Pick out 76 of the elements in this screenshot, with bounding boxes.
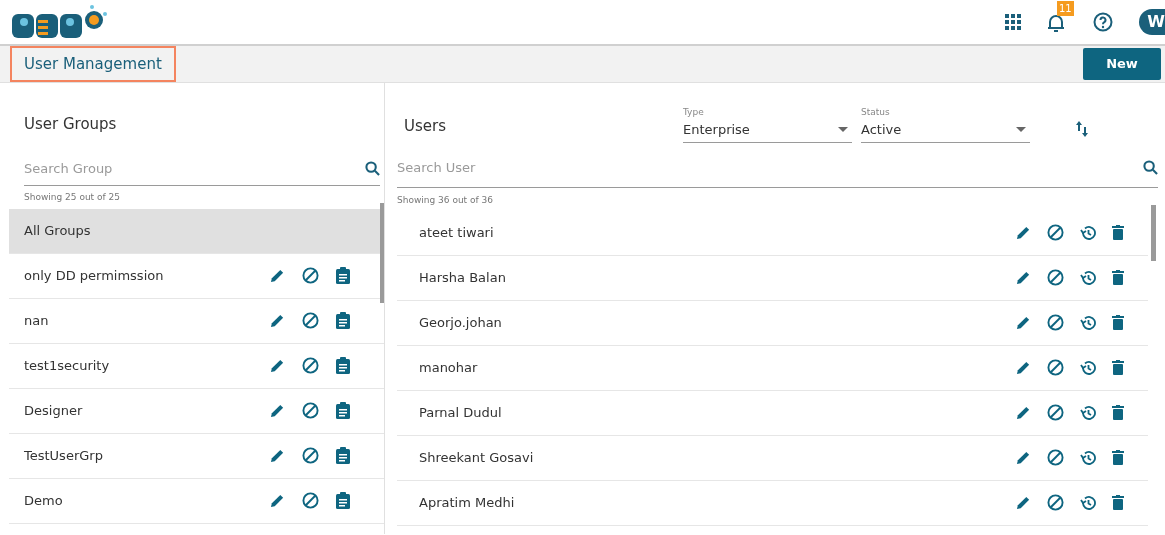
disable-icon[interactable] bbox=[302, 402, 319, 419]
panel-heading: User Groups bbox=[23, 114, 117, 134]
user-name[interactable]: Shreekant Gosavi bbox=[419, 447, 534, 468]
disable-icon[interactable] bbox=[302, 357, 319, 374]
trash-icon[interactable] bbox=[1112, 360, 1124, 375]
trash-icon[interactable] bbox=[1112, 450, 1124, 465]
disable-icon[interactable] bbox=[1047, 494, 1064, 511]
search-icon[interactable] bbox=[365, 161, 380, 176]
history-icon[interactable] bbox=[1080, 359, 1096, 376]
notification-badge: 11 bbox=[1057, 1, 1074, 16]
caret-icon bbox=[1016, 126, 1026, 132]
disable-icon[interactable] bbox=[1047, 449, 1064, 466]
trash-icon[interactable] bbox=[1112, 225, 1124, 240]
user-name[interactable]: Apratim Medhi bbox=[419, 492, 515, 513]
pencil-icon[interactable] bbox=[1016, 405, 1031, 420]
sort-icon[interactable] bbox=[1076, 121, 1088, 137]
disable-icon[interactable] bbox=[302, 267, 319, 284]
result-count: Showing 25 out of 25 bbox=[24, 191, 120, 204]
panel-heading: Users bbox=[403, 115, 447, 137]
scrollbar[interactable] bbox=[1151, 204, 1156, 261]
disable-icon[interactable] bbox=[302, 492, 319, 509]
history-icon[interactable] bbox=[1080, 404, 1096, 421]
page-title: User Management bbox=[10, 46, 176, 82]
search-field[interactable]: Search Group bbox=[24, 158, 324, 179]
history-icon[interactable] bbox=[1080, 494, 1096, 511]
pencil-icon[interactable] bbox=[1016, 450, 1031, 465]
history-icon[interactable] bbox=[1080, 314, 1096, 331]
user-name[interactable]: manohar bbox=[419, 357, 478, 378]
pencil-icon[interactable] bbox=[270, 448, 285, 463]
history-icon[interactable] bbox=[1080, 224, 1096, 241]
trash-icon[interactable] bbox=[1112, 270, 1124, 285]
bell-icon[interactable] bbox=[1047, 13, 1065, 33]
clipboard-icon[interactable] bbox=[336, 312, 350, 329]
pencil-icon[interactable] bbox=[1016, 315, 1031, 330]
history-icon[interactable] bbox=[1080, 269, 1096, 286]
pencil-icon[interactable] bbox=[1016, 270, 1031, 285]
pencil-icon[interactable] bbox=[270, 313, 285, 328]
disable-icon[interactable] bbox=[1047, 404, 1064, 421]
new-button[interactable]: New bbox=[1083, 48, 1161, 80]
disable-icon[interactable] bbox=[302, 447, 319, 464]
disable-icon[interactable] bbox=[1047, 314, 1064, 331]
clipboard-icon[interactable] bbox=[336, 447, 350, 464]
user-avatar[interactable]: W bbox=[1139, 9, 1165, 35]
user-name[interactable]: Georjo.johan bbox=[419, 312, 502, 333]
history-icon[interactable] bbox=[1080, 449, 1096, 466]
pencil-icon[interactable] bbox=[1016, 360, 1031, 375]
disable-icon[interactable] bbox=[1047, 269, 1064, 286]
scrollbar[interactable] bbox=[380, 202, 384, 303]
result-count: Showing 36 out of 36 bbox=[397, 194, 493, 207]
user-name[interactable]: Harsha Balan bbox=[419, 267, 506, 288]
clipboard-icon[interactable] bbox=[336, 402, 350, 419]
caret-icon bbox=[838, 126, 848, 132]
clipboard-icon[interactable] bbox=[336, 492, 350, 509]
pencil-icon[interactable] bbox=[1016, 225, 1031, 240]
logo-icon bbox=[10, 4, 108, 40]
trash-icon[interactable] bbox=[1112, 405, 1124, 420]
trash-icon[interactable] bbox=[1112, 315, 1124, 330]
pencil-icon[interactable] bbox=[270, 268, 285, 283]
apps-grid-icon[interactable] bbox=[1005, 14, 1021, 30]
search-field[interactable]: Search User bbox=[397, 157, 897, 178]
disable-icon[interactable] bbox=[302, 312, 319, 329]
status-dropdown[interactable]: Status Active bbox=[861, 106, 1030, 143]
disable-icon[interactable] bbox=[1047, 224, 1064, 241]
pencil-icon[interactable] bbox=[270, 493, 285, 508]
user-name[interactable]: Parnal Dudul bbox=[419, 402, 502, 423]
disable-icon[interactable] bbox=[1047, 359, 1064, 376]
search-icon[interactable] bbox=[1143, 160, 1158, 175]
pencil-icon[interactable] bbox=[1016, 495, 1031, 510]
clipboard-icon[interactable] bbox=[336, 357, 350, 374]
type-dropdown[interactable]: Type Enterprise bbox=[683, 106, 852, 143]
trash-icon[interactable] bbox=[1112, 495, 1124, 510]
help-icon[interactable] bbox=[1093, 12, 1113, 32]
clipboard-icon[interactable] bbox=[336, 267, 350, 284]
pencil-icon[interactable] bbox=[270, 358, 285, 373]
user-name[interactable]: ateet tiwari bbox=[419, 222, 494, 243]
pencil-icon[interactable] bbox=[270, 403, 285, 418]
